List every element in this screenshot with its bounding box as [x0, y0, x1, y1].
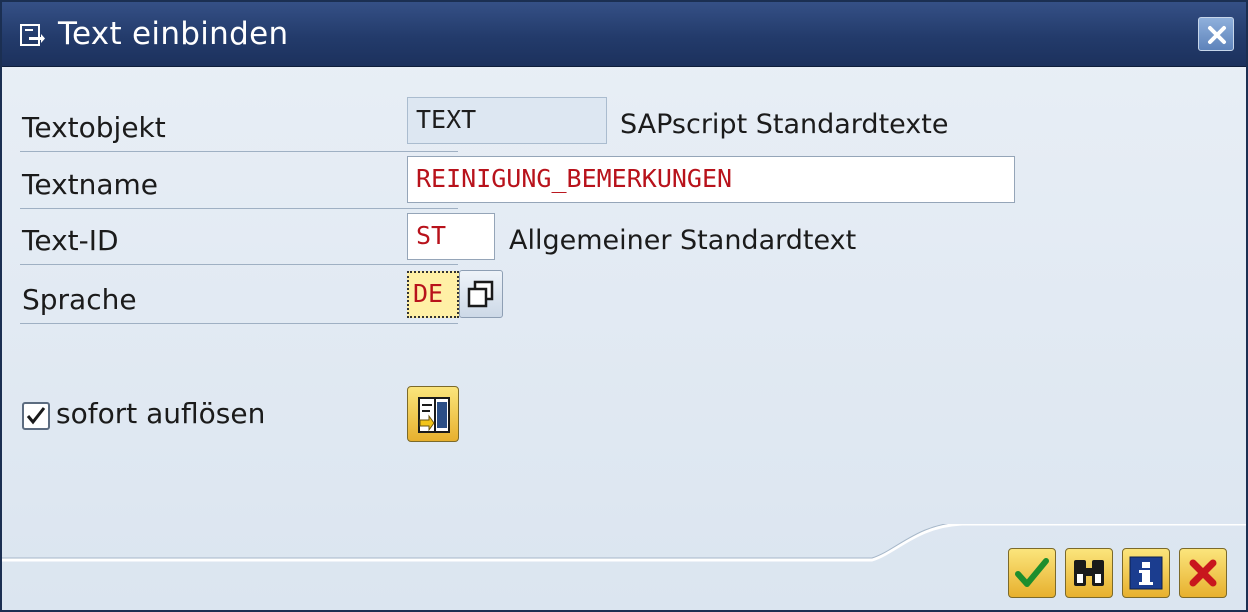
binoculars-icon: [1074, 560, 1104, 586]
sofort-aufloesen-label: sofort auflösen: [56, 397, 266, 430]
row-divider: [20, 208, 458, 209]
textobjekt-field: TEXT: [407, 97, 607, 144]
label-text-id: Text-ID: [22, 224, 119, 257]
label-textobjekt: Textobjekt: [22, 111, 166, 144]
checkmark-icon: [1015, 558, 1049, 587]
dialog-title: Text einbinden: [58, 16, 289, 52]
row-divider: [20, 151, 458, 152]
close-icon: [1208, 26, 1226, 44]
row-textname: Textname: [20, 159, 458, 209]
confirm-button[interactable]: [1008, 548, 1056, 598]
row-divider: [20, 323, 458, 324]
label-textname: Textname: [22, 168, 159, 201]
row-sprache: Sprache: [20, 274, 458, 324]
sprache-input[interactable]: DE: [407, 271, 459, 318]
value-help-icon: [467, 280, 494, 308]
textname-input[interactable]: REINIGUNG_BEMERKUNGEN: [407, 156, 1015, 203]
text-id-input[interactable]: ST: [407, 213, 495, 260]
find-button[interactable]: [1065, 548, 1113, 598]
text-id-description: Allgemeiner Standardtext: [509, 225, 857, 256]
expand-text-icon: [418, 397, 450, 433]
dialog-window: Text einbinden Textobjekt TEXT SAPscript…: [0, 0, 1248, 612]
sofort-aufloesen-checkbox[interactable]: [22, 402, 50, 430]
row-text-id: Text-ID: [20, 215, 458, 265]
textobjekt-description: SAPscript Standardtexte: [620, 109, 949, 140]
footer-separator: [2, 524, 1246, 610]
insert-text-icon: [20, 24, 46, 46]
row-textobjekt: Textobjekt: [20, 102, 458, 152]
resolve-text-button[interactable]: [407, 386, 459, 442]
cancel-button[interactable]: [1179, 548, 1227, 598]
title-bar: Text einbinden: [2, 2, 1246, 67]
close-button[interactable]: [1198, 17, 1234, 51]
label-sprache: Sprache: [22, 283, 137, 316]
info-icon: [1129, 556, 1163, 590]
checkmark-icon: [26, 407, 46, 425]
cancel-x-icon: [1189, 559, 1217, 587]
value-help-button[interactable]: [459, 270, 503, 318]
info-button[interactable]: [1122, 548, 1170, 598]
row-divider: [20, 264, 458, 265]
